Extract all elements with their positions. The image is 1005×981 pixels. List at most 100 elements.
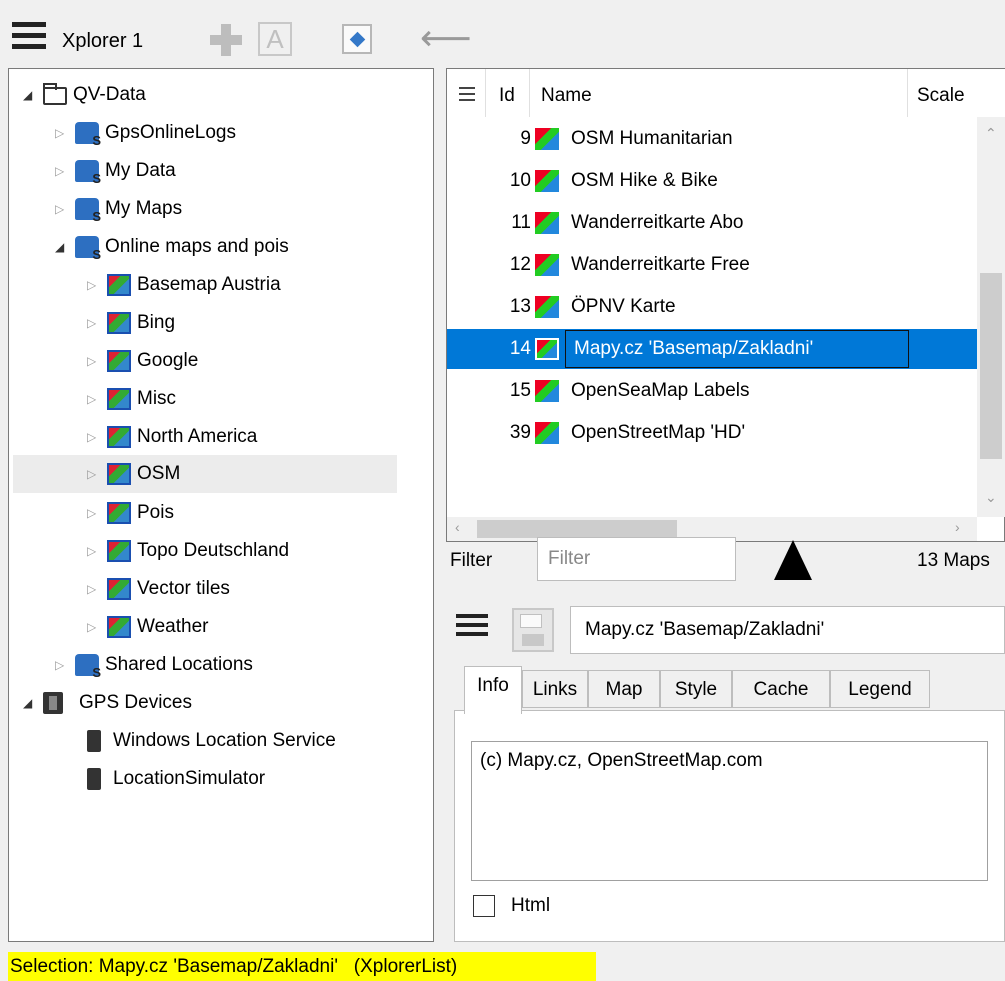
tree-item-label: North America — [137, 426, 258, 447]
scroll-thumb[interactable] — [477, 520, 677, 538]
column-menu-icon[interactable] — [459, 87, 475, 105]
collapsed-arrow-icon[interactable]: ▷ — [55, 203, 67, 215]
collapsed-arrow-icon[interactable]: ▷ — [87, 621, 99, 633]
tree-item-qv-data[interactable]: ◢ QV-Data — [23, 79, 146, 111]
tree-item-pois[interactable]: ▷ Pois — [87, 497, 174, 529]
sort-triangle-icon[interactable] — [774, 540, 812, 580]
tree-item-bing[interactable]: ▷ Bing — [87, 307, 175, 339]
scroll-down-icon[interactable]: ⌄ — [985, 489, 997, 506]
tree-item-weather[interactable]: ▷ Weather — [87, 611, 208, 643]
tree-item-label: Bing — [137, 312, 176, 333]
tree-pane[interactable]: ◢ QV-Data ▷ GpsOnlineLogs ▷ My Data ▷ My… — [8, 68, 434, 942]
collapsed-arrow-icon[interactable]: ▷ — [87, 279, 99, 291]
filter-input[interactable] — [537, 537, 736, 581]
list-row-selected[interactable]: 14 Mapy.cz 'Basemap/Zakladni' — [447, 329, 977, 369]
tree-item-my-data[interactable]: ▷ My Data — [55, 155, 176, 187]
column-divider[interactable] — [529, 69, 530, 117]
tab-style[interactable]: Style — [660, 670, 732, 708]
detail-name-field[interactable]: Mapy.cz 'Basemap/Zakladni' — [570, 606, 1005, 654]
tab-cache[interactable]: Cache — [732, 670, 830, 708]
collapsed-arrow-icon[interactable]: ▷ — [55, 659, 67, 671]
tree-item-osm[interactable]: ▷ OSM — [13, 455, 397, 493]
phone-icon — [87, 768, 101, 790]
map-icon — [535, 296, 559, 318]
list-row[interactable]: 15 OpenSeaMap Labels — [447, 371, 977, 411]
list-row[interactable]: 12 Wanderreitkarte Free — [447, 245, 977, 285]
collapsed-arrow-icon[interactable]: ▷ — [87, 468, 99, 480]
column-header-scale[interactable]: Scale — [917, 85, 965, 107]
tree-item-label: My Data — [105, 160, 176, 181]
database-icon — [75, 654, 101, 679]
column-divider[interactable] — [907, 69, 908, 117]
collapsed-arrow-icon[interactable]: ▷ — [87, 355, 99, 367]
tree-item-north-america[interactable]: ▷ North America — [87, 421, 257, 453]
list-row[interactable]: 9 OSM Humanitarian — [447, 119, 977, 159]
tree-item-label: Shared Locations — [105, 654, 253, 675]
text-a-icon[interactable]: A — [258, 22, 292, 56]
collapsed-arrow-icon[interactable]: ▷ — [55, 165, 67, 177]
tree-item-basemap-austria[interactable]: ▷ Basemap Austria — [87, 269, 281, 301]
back-arrow-icon[interactable]: ⟵ — [420, 18, 472, 58]
expanded-arrow-icon[interactable]: ◢ — [23, 89, 35, 101]
tree-item-online-maps-and-pois[interactable]: ◢ Online maps and pois — [55, 231, 289, 263]
list-row[interactable]: 13 ÖPNV Karte — [447, 287, 977, 327]
map-layer-icon — [107, 388, 131, 410]
tree-item-topo-deutschland[interactable]: ▷ Topo Deutschland — [87, 535, 289, 567]
tab-map[interactable]: Map — [588, 670, 660, 708]
collapsed-arrow-icon[interactable]: ▷ — [87, 431, 99, 443]
tab-legend[interactable]: Legend — [830, 670, 930, 708]
list-row[interactable]: 11 Wanderreitkarte Abo — [447, 203, 977, 243]
collapsed-arrow-icon[interactable]: ▷ — [87, 393, 99, 405]
column-divider[interactable] — [485, 69, 486, 117]
collapsed-arrow-icon[interactable]: ▷ — [87, 583, 99, 595]
tree-item-gpsonlinelogs[interactable]: ▷ GpsOnlineLogs — [55, 117, 236, 149]
collapsed-arrow-icon[interactable]: ▷ — [87, 545, 99, 557]
status-bar: Selection: Mapy.cz 'Basemap/Zakladni' (X… — [8, 952, 596, 981]
row-name: OpenStreetMap 'HD' — [571, 422, 746, 443]
list-row[interactable]: 39 OpenStreetMap 'HD' — [447, 413, 977, 453]
column-header-name[interactable]: Name — [541, 85, 592, 107]
tree-item-windows-location-service[interactable]: Windows Location Service — [87, 725, 336, 757]
collapsed-arrow-icon[interactable]: ▷ — [87, 317, 99, 329]
map-icon — [535, 380, 559, 402]
map-icon — [535, 170, 559, 192]
row-name: OpenSeaMap Labels — [571, 380, 750, 401]
tab-links[interactable]: Links — [522, 670, 588, 708]
html-checkbox[interactable] — [473, 895, 495, 917]
map-list[interactable]: Id Name Scale 9 OSM Humanitarian 10 OSM … — [446, 68, 1005, 542]
expanded-arrow-icon[interactable]: ◢ — [55, 241, 67, 253]
column-header-id[interactable]: Id — [499, 85, 515, 107]
tree-item-shared-locations[interactable]: ▷ Shared Locations — [55, 649, 253, 681]
row-name: OSM Hike & Bike — [571, 170, 718, 191]
map-layer-icon — [107, 578, 131, 600]
tree-item-label: Misc — [137, 388, 177, 409]
scroll-left-icon[interactable]: ‹ — [455, 519, 460, 535]
row-name: Wanderreitkarte Free — [571, 254, 750, 275]
tree-item-gps-devices[interactable]: ◢ GPS Devices — [23, 687, 192, 719]
save-icon[interactable] — [512, 608, 554, 652]
scroll-up-icon[interactable]: ⌃ — [985, 125, 997, 142]
tree-item-label: Windows Location Service — [113, 730, 336, 751]
tree-item-misc[interactable]: ▷ Misc — [87, 383, 176, 415]
vertical-scrollbar[interactable]: ⌃ ⌄ — [977, 117, 1005, 517]
database-icon — [75, 122, 101, 147]
info-text-area[interactable]: (c) Mapy.cz, OpenStreetMap.com — [471, 741, 988, 881]
scroll-thumb[interactable] — [980, 273, 1002, 459]
tab-info[interactable]: Info — [464, 666, 522, 714]
tree-item-google[interactable]: ▷ Google — [87, 345, 198, 377]
collapsed-arrow-icon[interactable]: ▷ — [55, 127, 67, 139]
detail-menu-icon[interactable] — [456, 614, 488, 641]
menu-icon[interactable] — [12, 22, 56, 54]
collapsed-arrow-icon[interactable]: ▷ — [87, 507, 99, 519]
expanded-arrow-icon[interactable]: ◢ — [23, 697, 35, 709]
plus-icon[interactable] — [208, 22, 244, 58]
navigate-icon[interactable] — [342, 24, 372, 54]
tree-item-locationsimulator[interactable]: LocationSimulator — [87, 763, 265, 795]
gps-devices-icon — [43, 692, 63, 714]
tree-item-my-maps[interactable]: ▷ My Maps — [55, 193, 182, 225]
row-id: 15 — [509, 380, 531, 401]
scroll-right-icon[interactable]: › — [955, 519, 960, 535]
list-row[interactable]: 10 OSM Hike & Bike — [447, 161, 977, 201]
tree-item-vector-tiles[interactable]: ▷ Vector tiles — [87, 573, 230, 605]
row-id: 12 — [509, 254, 531, 275]
